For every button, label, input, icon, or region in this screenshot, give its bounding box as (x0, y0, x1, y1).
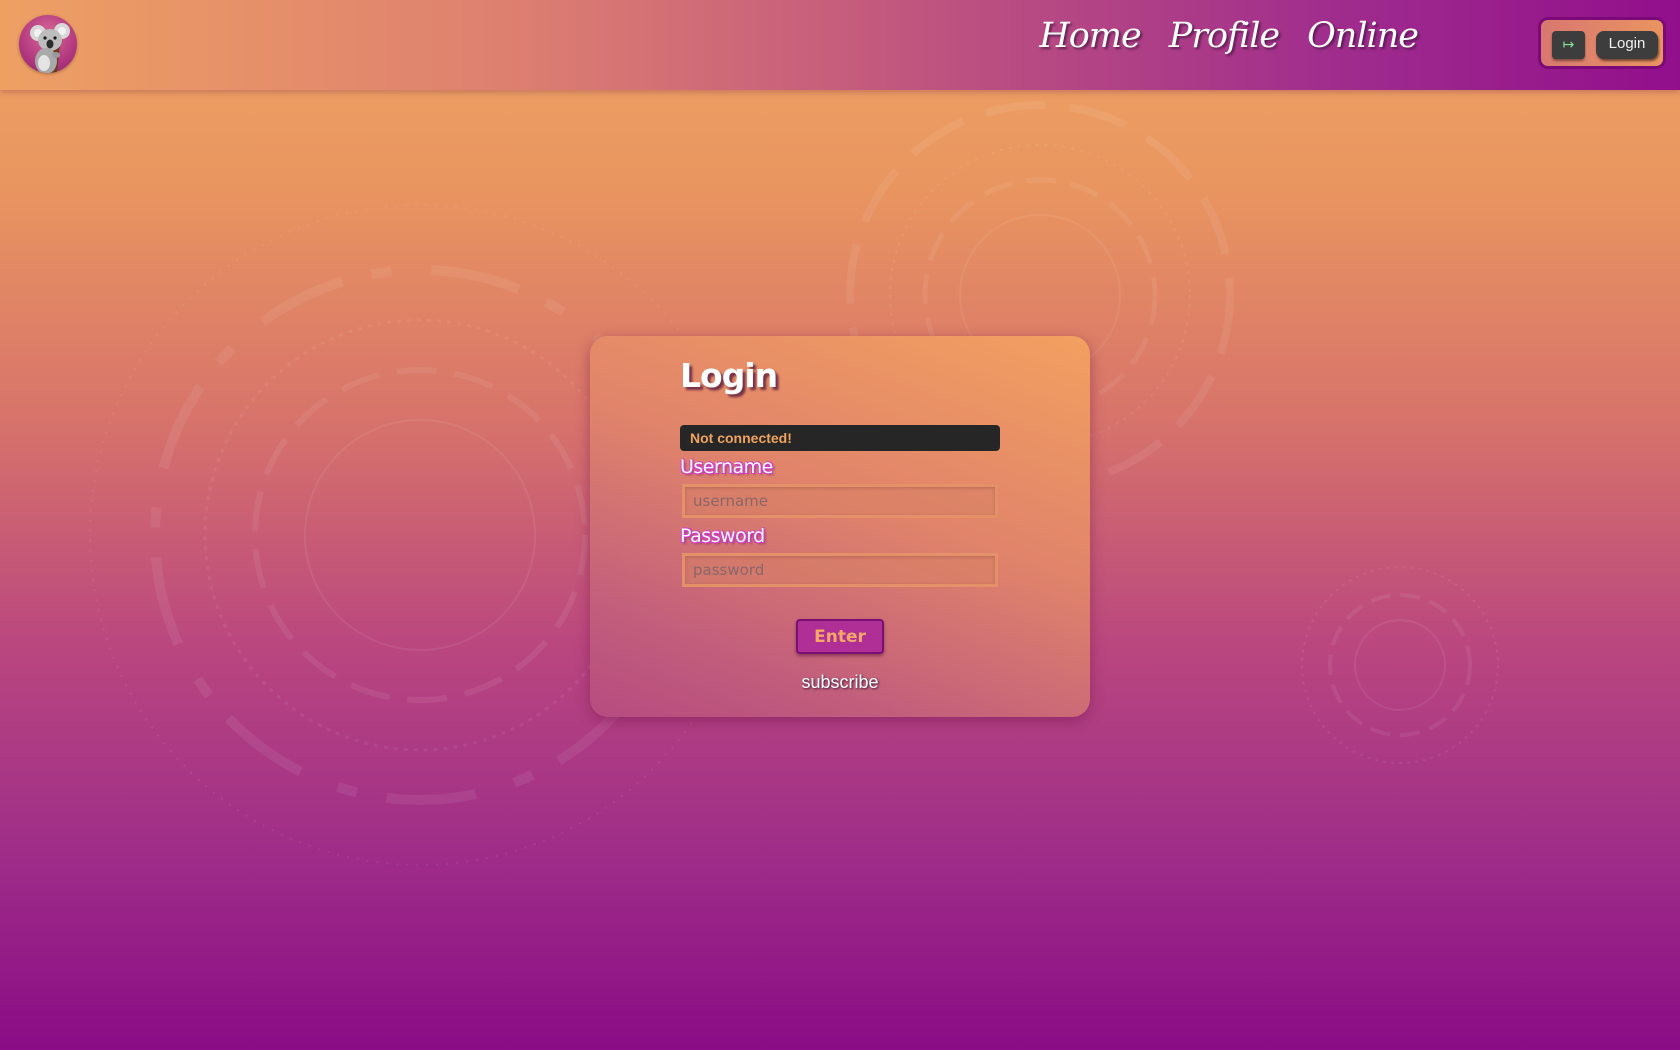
login-title: Login (680, 356, 778, 395)
login-card: Login Not connected! Username Password E… (590, 336, 1090, 717)
password-label: Password (680, 525, 765, 547)
header-login-button[interactable]: Login (1596, 31, 1658, 59)
main-nav: Home Profile Online (1039, 16, 1419, 56)
connection-status: Not connected! (680, 425, 1000, 451)
koala-icon (30, 23, 70, 73)
enter-button[interactable]: Enter (796, 619, 884, 654)
username-label: Username (680, 456, 773, 478)
nav-online-link[interactable]: Online (1307, 16, 1419, 56)
nav-home-link[interactable]: Home (1039, 16, 1141, 56)
password-input[interactable] (682, 553, 998, 587)
subscribe-link[interactable]: subscribe (590, 672, 1090, 693)
nav-profile-link[interactable]: Profile (1169, 16, 1280, 56)
username-input[interactable] (682, 484, 998, 518)
arrow-right-bar-icon[interactable]: ↦ (1552, 31, 1585, 59)
top-navbar: Home Profile Online ↦ Login (0, 0, 1680, 90)
koala-avatar[interactable] (19, 15, 77, 73)
auth-panel: ↦ Login (1538, 17, 1666, 69)
